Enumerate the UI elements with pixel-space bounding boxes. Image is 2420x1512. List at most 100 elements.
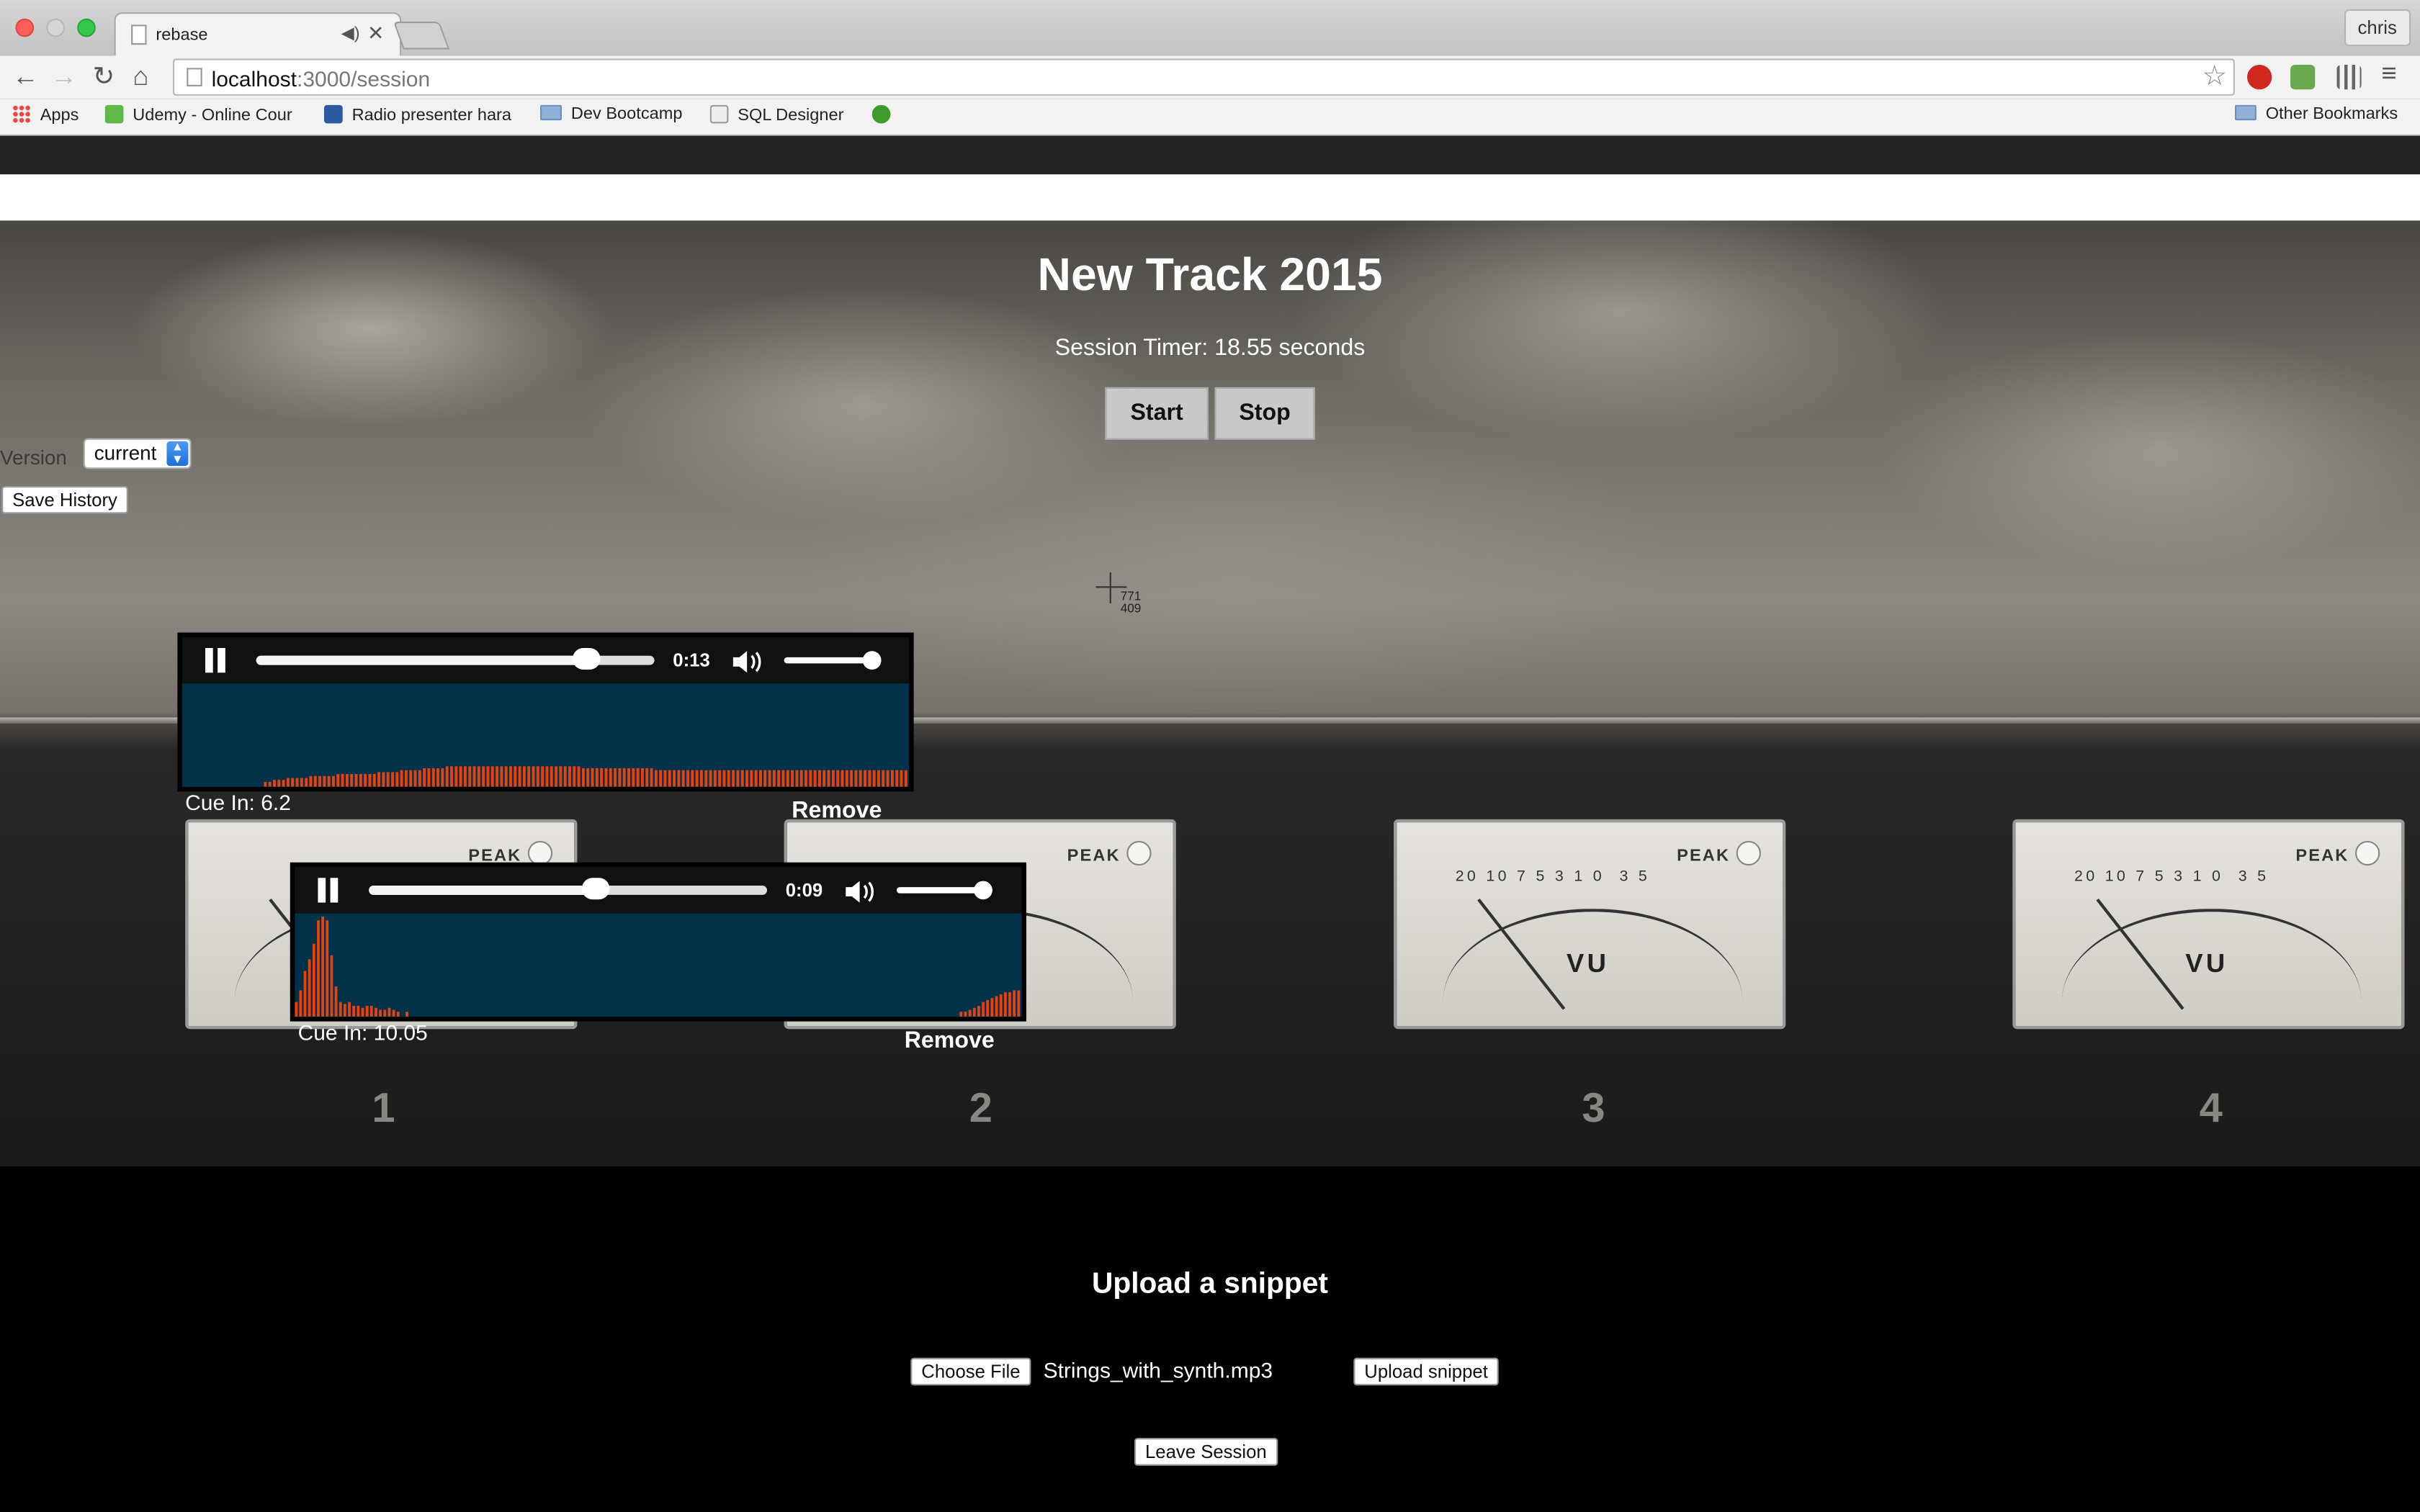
waveform-bar bbox=[591, 768, 594, 787]
waveform-bar bbox=[395, 772, 399, 787]
address-bar[interactable]: localhost:3000/session ☆ bbox=[173, 58, 2235, 96]
waveform-bar bbox=[827, 770, 830, 787]
bookmark-apps[interactable]: Apps bbox=[12, 104, 79, 125]
session-hero: PEAK PEAK 20 10 7 5 3 1 0 3 5 PEAK VU 20… bbox=[0, 220, 2420, 1166]
waveform-bar bbox=[614, 768, 617, 787]
version-select-value: current bbox=[94, 441, 157, 464]
waveform-bar bbox=[379, 1009, 382, 1017]
pause-icon[interactable] bbox=[316, 878, 341, 903]
waveform-bar bbox=[823, 770, 826, 787]
waveform-bar bbox=[312, 943, 315, 1017]
seek-fill bbox=[256, 655, 587, 665]
home-icon[interactable]: ⌂ bbox=[133, 63, 148, 91]
extension-figure-icon[interactable] bbox=[2290, 65, 2316, 90]
bookmark-dev-bootcamp[interactable]: Dev Bootcamp bbox=[540, 104, 682, 123]
waveform-bar bbox=[805, 770, 807, 787]
forward-arrow-icon[interactable]: → bbox=[51, 63, 77, 91]
waveform-bar bbox=[352, 1006, 356, 1017]
waveform-bar bbox=[361, 1007, 364, 1017]
waveform-bar bbox=[999, 994, 1003, 1017]
bookmark-sql-designer[interactable]: SQL Designer bbox=[709, 104, 843, 125]
time-display: 0:09 bbox=[785, 879, 823, 901]
meter-number-3: 3 bbox=[1582, 1084, 1605, 1131]
waveform-bar bbox=[709, 770, 712, 787]
choose-file-button[interactable]: Choose File bbox=[910, 1357, 1031, 1386]
seek-thumb[interactable] bbox=[581, 878, 610, 900]
menu-icon[interactable]: ≡ bbox=[2381, 59, 2396, 89]
screen: rebase ◀) ✕ chris ← → ↻ ⌂ localhost:3000… bbox=[0, 0, 2420, 1512]
waveform-bar bbox=[795, 770, 799, 787]
waveform-bar bbox=[758, 770, 762, 787]
waveform-bar bbox=[836, 770, 840, 787]
start-button[interactable]: Start bbox=[1105, 387, 1209, 440]
waveform-bar bbox=[654, 770, 658, 787]
waveform-bar bbox=[459, 766, 462, 787]
extension-stop-icon[interactable] bbox=[2247, 65, 2272, 90]
stop-button[interactable]: Stop bbox=[1214, 387, 1315, 440]
seek-fill bbox=[369, 886, 596, 895]
bookmark-turtle[interactable] bbox=[871, 104, 900, 125]
bookmark-radio-presenter[interactable]: Radio presenter hara bbox=[324, 104, 519, 125]
seek-bar[interactable] bbox=[369, 878, 767, 900]
volume-thumb[interactable] bbox=[862, 651, 882, 670]
cursor-coordinates: 771 409 bbox=[1120, 589, 1142, 616]
waveform-bar bbox=[982, 1002, 985, 1017]
waveform-bar bbox=[418, 770, 421, 787]
volume-icon[interactable] bbox=[844, 878, 878, 906]
waveform-bar bbox=[1017, 990, 1021, 1017]
waveform-bar bbox=[831, 770, 835, 787]
meter-number-2: 2 bbox=[969, 1084, 992, 1131]
reload-icon[interactable]: ↻ bbox=[93, 63, 115, 91]
remove-button-2[interactable]: Remove bbox=[905, 1027, 995, 1053]
close-window-button[interactable] bbox=[15, 18, 35, 37]
waveform-bar bbox=[404, 770, 408, 787]
waveform-bar bbox=[673, 770, 676, 787]
bookmarks-bar: Apps Udemy - Online Cour Radio presenter… bbox=[0, 99, 2420, 136]
waveform-bar bbox=[986, 999, 990, 1017]
leave-session-button[interactable]: Leave Session bbox=[1134, 1438, 1278, 1466]
other-bookmarks[interactable]: Other Bookmarks bbox=[2234, 104, 2398, 123]
browser-titlebar: rebase ◀) ✕ chris bbox=[0, 0, 2420, 59]
seek-thumb[interactable] bbox=[573, 648, 601, 670]
waveform-bar bbox=[273, 780, 276, 787]
waveform-bar bbox=[326, 920, 329, 1017]
volume-icon[interactable] bbox=[732, 648, 766, 676]
minimize-window-button[interactable] bbox=[46, 18, 65, 37]
waveform-bar bbox=[799, 770, 803, 787]
waveform-bar bbox=[405, 1012, 408, 1017]
save-history-button[interactable]: Save History bbox=[1, 486, 128, 514]
waveform-bar bbox=[348, 1002, 351, 1017]
back-arrow-icon[interactable]: ← bbox=[12, 63, 38, 91]
bookmark-star-icon[interactable]: ☆ bbox=[2202, 60, 2228, 93]
waveform-bar bbox=[550, 766, 553, 787]
waveform-bar bbox=[636, 768, 640, 787]
waveform-bar bbox=[436, 768, 440, 787]
profile-button[interactable]: chris bbox=[2344, 9, 2411, 47]
volume-thumb[interactable] bbox=[973, 881, 992, 900]
volume-slider[interactable] bbox=[897, 881, 992, 900]
pause-icon[interactable] bbox=[204, 648, 228, 673]
site-navbar bbox=[0, 135, 2420, 175]
waveform-bar bbox=[532, 766, 535, 787]
waveform-bar bbox=[732, 770, 735, 787]
version-select[interactable]: current ▲ ▼ bbox=[83, 438, 192, 469]
waveform-bar bbox=[736, 770, 740, 787]
waveform-bar bbox=[300, 778, 303, 787]
waveform-bar bbox=[454, 766, 458, 787]
waveform-bar bbox=[632, 768, 635, 787]
browser-tab[interactable]: rebase ◀) ✕ bbox=[114, 12, 402, 59]
waveform-bar bbox=[383, 1009, 387, 1017]
extension-equalizer-icon[interactable] bbox=[2336, 65, 2362, 90]
time-display: 0:13 bbox=[673, 649, 710, 672]
waveform-bar bbox=[1013, 990, 1016, 1017]
waveform-bar bbox=[850, 770, 853, 787]
upload-snippet-button[interactable]: Upload snippet bbox=[1353, 1357, 1499, 1386]
tab-close-icon[interactable]: ✕ bbox=[367, 22, 384, 46]
bookmark-udemy[interactable]: Udemy - Online Cour bbox=[104, 104, 302, 125]
zoom-window-button[interactable] bbox=[77, 18, 96, 37]
remove-button-1[interactable]: Remove bbox=[792, 798, 882, 824]
seek-bar[interactable] bbox=[256, 648, 655, 670]
volume-slider[interactable] bbox=[784, 651, 882, 670]
waveform-bar bbox=[895, 770, 899, 787]
new-tab-button[interactable] bbox=[393, 22, 450, 50]
